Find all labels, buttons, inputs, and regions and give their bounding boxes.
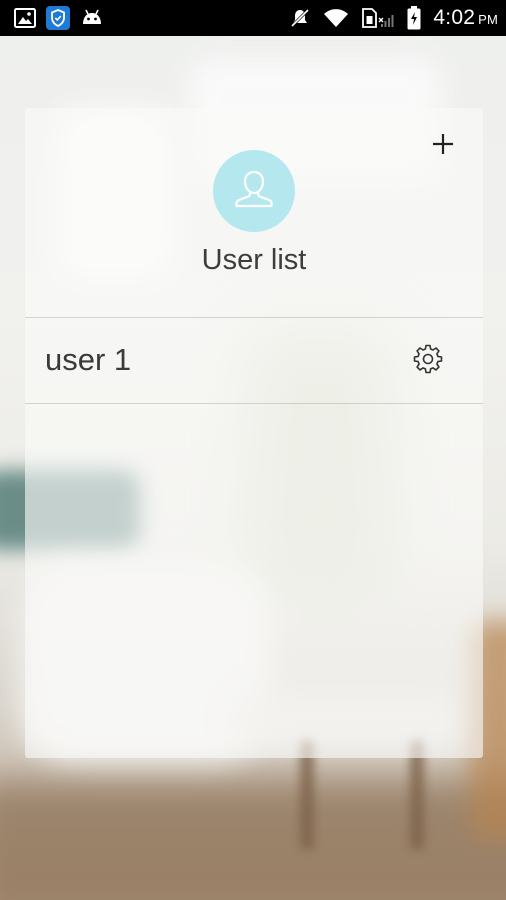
mute-icon	[289, 7, 311, 29]
plus-icon	[431, 132, 455, 160]
avatar	[213, 150, 295, 232]
user-silhouette-icon	[231, 166, 277, 216]
shield-app-icon	[46, 6, 70, 30]
add-user-button[interactable]	[429, 132, 457, 160]
android-debug-icon	[80, 8, 104, 28]
list-item-user-1[interactable]: user 1	[25, 318, 483, 403]
clock-time: 4:02	[433, 6, 476, 29]
user-settings-button[interactable]	[413, 344, 443, 378]
status-bar: 4:02 PM	[0, 0, 506, 36]
user-name: user 1	[45, 342, 132, 377]
page-title: User list	[201, 244, 307, 276]
sim-no-signal-icon	[361, 7, 395, 29]
divider	[25, 403, 483, 404]
gear-icon	[413, 344, 443, 378]
wifi-icon	[323, 8, 349, 28]
status-clock: 4:02 PM	[433, 6, 498, 30]
clock-ampm: PM	[478, 12, 498, 27]
battery-charging-icon	[407, 6, 421, 30]
gallery-icon	[14, 8, 36, 28]
user-list-card: User list user 1	[25, 108, 483, 758]
